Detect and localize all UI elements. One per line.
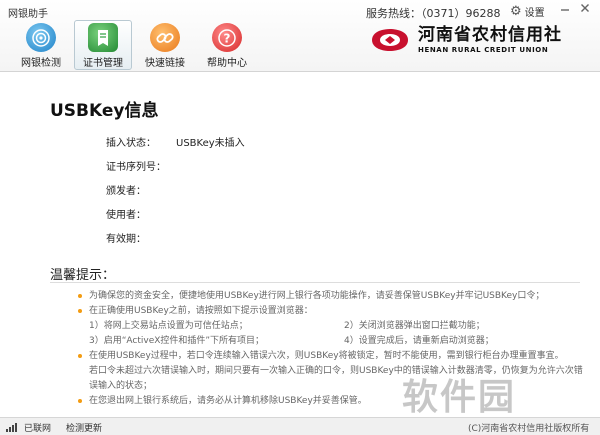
settings-label: 设置 — [524, 8, 545, 19]
app-header: 网银助手 服务热线：（0371）96288 ⚙ 设置 网银检测 证书管理 快速链… — [0, 0, 600, 72]
field-value: USBKey未插入 — [176, 138, 245, 149]
app-title: 网银助手 — [8, 9, 48, 20]
tip-item: 在正确使用USBKey之前，请按照如下提示设置浏览器： — [78, 304, 588, 319]
status-bar: 已联网 检测更新 (C)河南省农村信用社版权所有 — [0, 417, 600, 435]
tip-subitems: 1）将网上交易站点设置为可信任站点； 2）关闭浏览器弹出窗口拦截功能； — [78, 319, 588, 334]
tips-title: 温馨提示： — [50, 268, 116, 283]
gear-icon: ⚙ — [510, 4, 522, 19]
tip-subitem: 4）设置完成后，请重新启动浏览器； — [344, 336, 494, 346]
minimize-icon — [561, 9, 569, 11]
radar-icon — [26, 23, 56, 52]
tip-item: 在使用USBKey过程中，若口令连续输入错误六次，则USBKey将被锁定，暂时不… — [78, 349, 588, 364]
bank-name-en: HENAN RURAL CREDIT UNION — [418, 46, 549, 54]
info-row-issuer: 颁发者： — [106, 182, 245, 206]
bank-name-cn: 河南省农村信用社 — [418, 25, 562, 45]
tip-subitem: 2）关闭浏览器弹出窗口拦截功能； — [344, 321, 485, 331]
nav-item-bank-check[interactable]: 网银检测 — [12, 20, 70, 70]
tip-item: 为确保您的资金安全，便捷地使用USBKey进行网上银行各项功能操作，请妥善保管U… — [78, 289, 588, 304]
svg-text:?: ? — [224, 31, 231, 45]
minimize-button[interactable] — [558, 2, 572, 16]
nav-label: 网银检测 — [21, 58, 61, 69]
field-label: 证书序列号： — [106, 162, 166, 173]
nav-label: 证书管理 — [83, 58, 123, 69]
info-row-insert-status: 插入状态： USBKey未插入 — [106, 134, 245, 158]
usbkey-info: 插入状态： USBKey未插入 证书序列号： 颁发者： 使用者： 有效期： — [106, 134, 245, 254]
field-label: 颁发者： — [106, 186, 146, 197]
field-label: 使用者： — [106, 210, 146, 221]
field-label: 有效期： — [106, 234, 146, 245]
service-hotline: 服务热线：（0371）96288 — [366, 7, 501, 20]
main-nav: 网银检测 证书管理 快速链接 ? 帮助中心 — [12, 20, 256, 70]
help-icon: ? — [212, 23, 242, 52]
tip-subitem: 3）启用“ActiveX控件和插件”下所有项目； — [89, 336, 265, 346]
bank-logo: 河南省农村信用社 HENAN RURAL CREDIT UNION — [370, 26, 562, 54]
network-status: 已联网 — [24, 424, 52, 434]
close-icon — [581, 4, 589, 12]
close-button[interactable] — [578, 2, 592, 16]
link-icon — [150, 23, 180, 52]
settings-button[interactable]: ⚙ 设置 — [510, 4, 545, 19]
bank-logo-mark — [372, 29, 408, 51]
copyright: (C)河南省农村信用社版权所有 — [468, 424, 590, 434]
page-title: USBKey信息 — [50, 101, 159, 121]
nav-item-help-center[interactable]: ? 帮助中心 — [198, 20, 256, 70]
watermark: 软件园 — [402, 377, 517, 418]
tip-subitems: 3）启用“ActiveX控件和插件”下所有项目； 4）设置完成后，请重新启动浏览… — [78, 334, 588, 349]
info-row-subject: 使用者： — [106, 206, 245, 230]
nav-item-cert-manage[interactable]: 证书管理 — [74, 20, 132, 70]
tip-subitem: 1）将网上交易站点设置为可信任站点； — [89, 321, 248, 331]
check-update-link[interactable]: 检测更新 — [66, 421, 102, 434]
signal-icon — [6, 423, 17, 432]
certificate-icon — [88, 23, 118, 52]
info-row-validity: 有效期： — [106, 230, 245, 254]
divider — [50, 282, 580, 283]
nav-item-quick-links[interactable]: 快速链接 — [136, 20, 194, 70]
nav-label: 快速链接 — [145, 58, 185, 69]
nav-label: 帮助中心 — [207, 58, 247, 69]
field-label: 插入状态： — [106, 138, 156, 149]
info-row-serial: 证书序列号： — [106, 158, 245, 182]
